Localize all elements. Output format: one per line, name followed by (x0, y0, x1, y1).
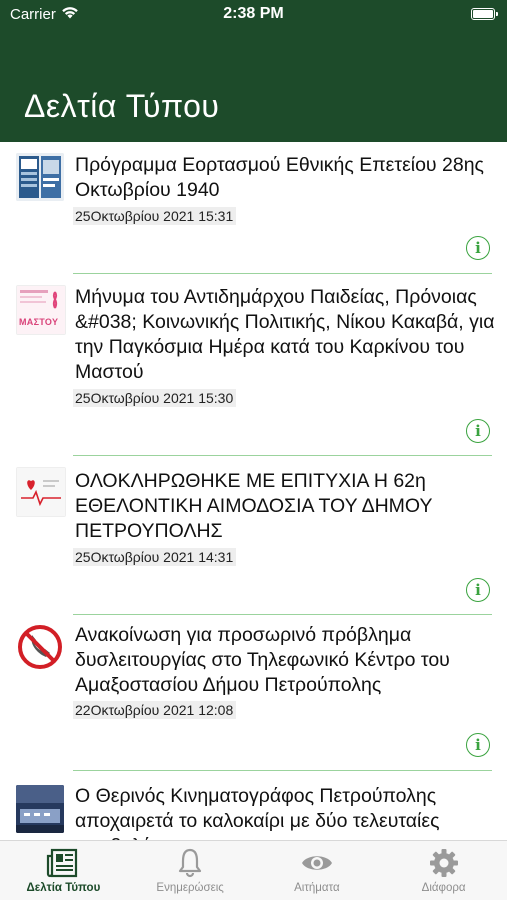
status-bar: Carrier 2:38 PM (0, 0, 507, 30)
item-title: Ανακοίνωση για προσωρινό πρόβλημα δυσλει… (75, 624, 450, 696)
item-date: 25Οκτωβρίου 2021 15:30 (73, 389, 237, 407)
item-title: Πρόγραμμα Εορτασμού Εθνικής Επετείου 28η… (75, 154, 484, 201)
list-item[interactable]: ΟΛΟΚΛΗΡΩΘΗΚΕ ΜΕ ΕΠΙΤΥΧΙΑ Η 62η ΕΘΕΛΟΝΤΙΚ… (0, 459, 507, 615)
eye-icon (300, 848, 334, 878)
thumbnail-caption: ΜΑΣΤΟΥ (19, 317, 59, 327)
status-time: 2:38 PM (223, 5, 284, 22)
app-screen: Carrier 2:38 PM Δελτία Τύπου Πρόγραμμα Ε… (0, 0, 507, 900)
info-icon[interactable]: i (466, 578, 490, 602)
item-divider (73, 455, 492, 456)
tab-updates[interactable]: Ενημερώσεις (127, 841, 254, 900)
poster-thumbnail (16, 153, 64, 201)
list-item[interactable]: ΜΑΣΤΟΥ Μήνυμα του Αντιδημάρχου Παιδείας,… (0, 276, 507, 459)
navigation-header: Carrier 2:38 PM Δελτία Τύπου (0, 0, 507, 142)
tab-requests[interactable]: Αιτήματα (254, 841, 381, 900)
info-icon[interactable]: i (466, 236, 490, 260)
item-title: Ο Θερινός Κινηματογράφος Πετρούπολης απο… (75, 785, 440, 840)
info-icon[interactable]: i (466, 419, 490, 443)
item-divider (73, 273, 492, 274)
item-date: 22Οκτωβρίου 2021 12:08 (73, 701, 237, 719)
list-item[interactable]: Ανακοίνωση για προσωρινό πρόβλημα δυσλει… (0, 615, 507, 773)
tab-label: Διάφορα (421, 882, 466, 894)
blood-donation-thumbnail (16, 467, 66, 517)
item-title: Μήνυμα του Αντιδημάρχου Παιδείας, Πρόνοι… (75, 286, 495, 383)
tab-misc[interactable]: Διάφορα (380, 841, 507, 900)
tab-label: Αιτήματα (294, 882, 340, 894)
info-icon[interactable]: i (466, 733, 490, 757)
pink-ribbon-thumbnail: ΜΑΣΤΟΥ (16, 285, 66, 335)
item-date: 25Οκτωβρίου 2021 15:31 (73, 207, 237, 225)
press-release-list[interactable]: Πρόγραμμα Εορτασμού Εθνικής Επετείου 28η… (0, 142, 507, 840)
newspaper-icon (46, 848, 80, 878)
gear-icon (427, 848, 461, 878)
list-item[interactable]: Πρόγραμμα Εορτασμού Εθνικής Επετείου 28η… (0, 142, 507, 276)
bell-icon (173, 848, 207, 878)
no-phone-thumbnail (16, 623, 64, 671)
tab-label: Δελτία Τύπου (26, 882, 101, 894)
list-item[interactable]: Ο Θερινός Κινηματογράφος Πετρούπολης απο… (0, 773, 507, 840)
item-divider (73, 770, 492, 771)
item-date: 25Οκτωβρίου 2021 14:31 (73, 548, 237, 566)
bottom-tab-bar: Δελτία Τύπου Ενημερώσεις Αιτήματα Διάφορ… (0, 840, 507, 900)
tab-press-releases[interactable]: Δελτία Τύπου (0, 841, 127, 900)
battery-icon (471, 8, 498, 20)
cinema-thumbnail (16, 785, 64, 833)
tab-label: Ενημερώσεις (156, 882, 224, 894)
item-title: ΟΛΟΚΛΗΡΩΘΗΚΕ ΜΕ ΕΠΙΤΥΧΙΑ Η 62η ΕΘΕΛΟΝΤΙΚ… (75, 470, 433, 542)
page-title: Δελτία Τύπου (24, 88, 220, 124)
